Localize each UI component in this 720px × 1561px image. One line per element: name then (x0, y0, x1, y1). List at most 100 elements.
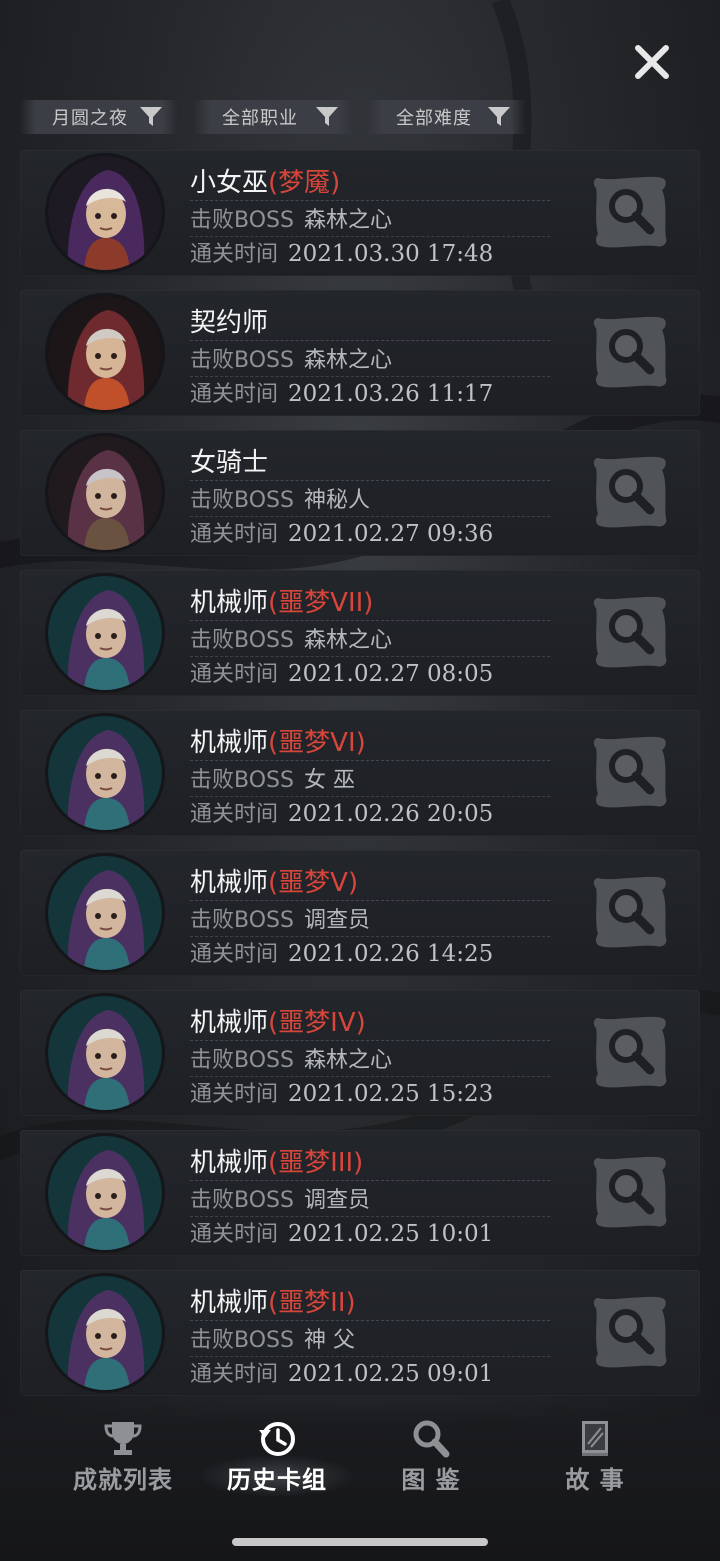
search-icon (590, 176, 670, 256)
clear-time-label: 通关时间 (190, 382, 279, 407)
clear-time-row: 通关时间 2021.02.25 15:23 (190, 1076, 493, 1108)
view-deck-button[interactable] (590, 452, 670, 532)
clear-time-value: 2021.03.30 17:48 (288, 241, 494, 267)
view-deck-button[interactable] (590, 172, 670, 252)
view-deck-button[interactable] (590, 1152, 670, 1232)
hero-name: 小女巫 (190, 168, 269, 198)
boss-label: 击败BOSS (190, 1188, 294, 1213)
close-button[interactable] (628, 38, 676, 86)
tab-story[interactable]: 故 事 (510, 1418, 680, 1498)
book-icon (582, 1421, 608, 1456)
difficulty-tier: (噩梦II) (268, 1288, 356, 1318)
boss-name: 神 父 (303, 1328, 355, 1353)
clear-time-row: 通关时间 2021.03.26 11:17 (190, 376, 493, 408)
boss-name: 调查员 (303, 908, 370, 933)
filter-class[interactable]: 全部职业 (194, 100, 354, 134)
history-record-card[interactable]: 女骑士 击败BOSS 神秘人通关时间 2021.02.27 09:36 (20, 430, 700, 556)
clear-time-value: 2021.02.27 09:36 (288, 521, 494, 547)
filter-bar: 月圆之夜 全部职业 全部难度 (0, 100, 720, 136)
hero-name: 机械师 (190, 728, 269, 758)
hero-avatar (48, 296, 162, 410)
boss-row: 击败BOSS 女 巫 (190, 762, 355, 794)
history-record-card[interactable]: 契约师 击败BOSS 森林之心通关时间 2021.03.26 11:17 (20, 290, 700, 416)
boss-name: 女 巫 (303, 768, 355, 793)
close-icon (635, 45, 669, 79)
history-record-card[interactable]: 机械师(噩梦VI) 击败BOSS 女 巫通关时间 2021.02.26 20:05 (20, 710, 700, 836)
divider (190, 620, 550, 621)
tab-label: 故 事 (565, 1466, 625, 1494)
tab-achievements[interactable]: 成就列表 (38, 1418, 208, 1498)
boss-row: 击败BOSS 神 父 (190, 1322, 355, 1354)
funnel-icon (140, 107, 162, 126)
view-deck-button[interactable] (590, 312, 670, 392)
filter-label: 全部难度 (396, 108, 472, 129)
history-record-card[interactable]: 机械师(噩梦II) 击败BOSS 神 父通关时间 2021.02.25 09:01 (20, 1270, 700, 1396)
boss-row: 击败BOSS 调查员 (190, 1182, 370, 1214)
clear-time-label: 通关时间 (190, 1082, 279, 1107)
clear-time-value: 2021.02.25 15:23 (288, 1081, 494, 1107)
clear-time-row: 通关时间 2021.02.27 09:36 (190, 516, 493, 548)
view-deck-button[interactable] (590, 732, 670, 812)
hero-avatar (48, 996, 162, 1110)
view-deck-button[interactable] (590, 592, 670, 672)
boss-label: 击败BOSS (190, 908, 294, 933)
hero-name-line: 机械师(噩梦V) (190, 862, 358, 899)
divider (190, 1040, 550, 1041)
boss-name: 森林之心 (303, 208, 392, 233)
divider (190, 340, 550, 341)
hero-name-line: 女骑士 (190, 442, 268, 479)
clear-time-row: 通关时间 2021.02.25 09:01 (190, 1356, 493, 1388)
boss-label: 击败BOSS (190, 1048, 294, 1073)
divider (190, 1320, 550, 1321)
hero-name-line: 小女巫(梦魇) (190, 162, 340, 199)
view-deck-button[interactable] (590, 872, 670, 952)
boss-row: 击败BOSS 神秘人 (190, 482, 370, 514)
history-record-card[interactable]: 机械师(噩梦III) 击败BOSS 调查员 通关时间 2021.02.25 10:01 (20, 1130, 700, 1256)
hero-avatar (48, 716, 162, 830)
boss-name: 森林之心 (303, 628, 392, 653)
hero-name: 机械师 (190, 1008, 269, 1038)
search-icon (590, 736, 670, 816)
history-record-card[interactable]: 机械师(噩梦IV) 击败BOSS 森林之心 通关时间 2021.02.25 15:23 (20, 990, 700, 1116)
hero-name-line: 机械师(噩梦VII) (190, 582, 373, 619)
hero-name-line: 机械师(噩梦III) (190, 1142, 363, 1179)
clear-time-value: 2021.02.27 08:05 (288, 661, 494, 687)
boss-label: 击败BOSS (190, 768, 294, 793)
view-deck-button[interactable] (590, 1292, 670, 1372)
view-deck-button[interactable] (590, 1012, 670, 1092)
filter-difficulty[interactable]: 全部难度 (366, 100, 526, 134)
hero-name: 机械师 (190, 1148, 269, 1178)
boss-name: 调查员 (303, 1188, 370, 1213)
hero-name-line: 契约师 (190, 302, 268, 339)
hero-name: 机械师 (190, 1288, 269, 1318)
hero-avatar (48, 856, 162, 970)
tab-codex[interactable]: 图 鉴 (346, 1418, 516, 1498)
clear-time-label: 通关时间 (190, 522, 279, 547)
tab-label: 图 鉴 (401, 1466, 461, 1494)
clear-time-label: 通关时间 (190, 942, 279, 967)
boss-row: 击败BOSS 森林之心 (190, 202, 392, 234)
tab-label: 成就列表 (73, 1466, 173, 1494)
boss-row: 击败BOSS 森林之心 (190, 342, 392, 374)
clear-time-value: 2021.03.26 11:17 (288, 381, 494, 407)
hero-avatar (48, 1276, 162, 1390)
difficulty-tier: (梦魇) (268, 168, 341, 198)
magnifier-icon (413, 1420, 450, 1458)
clear-time-row: 通关时间 2021.03.30 17:48 (190, 236, 493, 268)
history-record-card[interactable]: 机械师(噩梦V) 击败BOSS 调查员 通关时间 2021.02.26 14:25 (20, 850, 700, 976)
search-icon (590, 1016, 670, 1096)
bottom-navigation: 成就列表 历史卡组 图 鉴 故 事 (0, 1398, 720, 1561)
filter-game-mode[interactable]: 月圆之夜 (20, 100, 178, 134)
boss-label: 击败BOSS (190, 628, 294, 653)
boss-label: 击败BOSS (190, 488, 294, 513)
search-icon (590, 1156, 670, 1236)
boss-name: 森林之心 (303, 348, 392, 373)
filter-label: 全部职业 (222, 108, 298, 129)
difficulty-tier: (噩梦VII) (268, 588, 374, 618)
history-record-card[interactable]: 小女巫(梦魇) 击败BOSS 森林之心 通关时间 2021.03.30 17:48 (20, 150, 700, 276)
difficulty-tier: (噩梦VI) (268, 728, 366, 758)
history-record-card[interactable]: 机械师(噩梦VII) 击败BOSS 森林之心 通关时间 2021.02.27 08:05 (20, 570, 700, 696)
home-indicator (232, 1538, 488, 1546)
tab-history-decks[interactable]: 历史卡组 (192, 1418, 362, 1498)
hero-avatar (48, 156, 162, 270)
